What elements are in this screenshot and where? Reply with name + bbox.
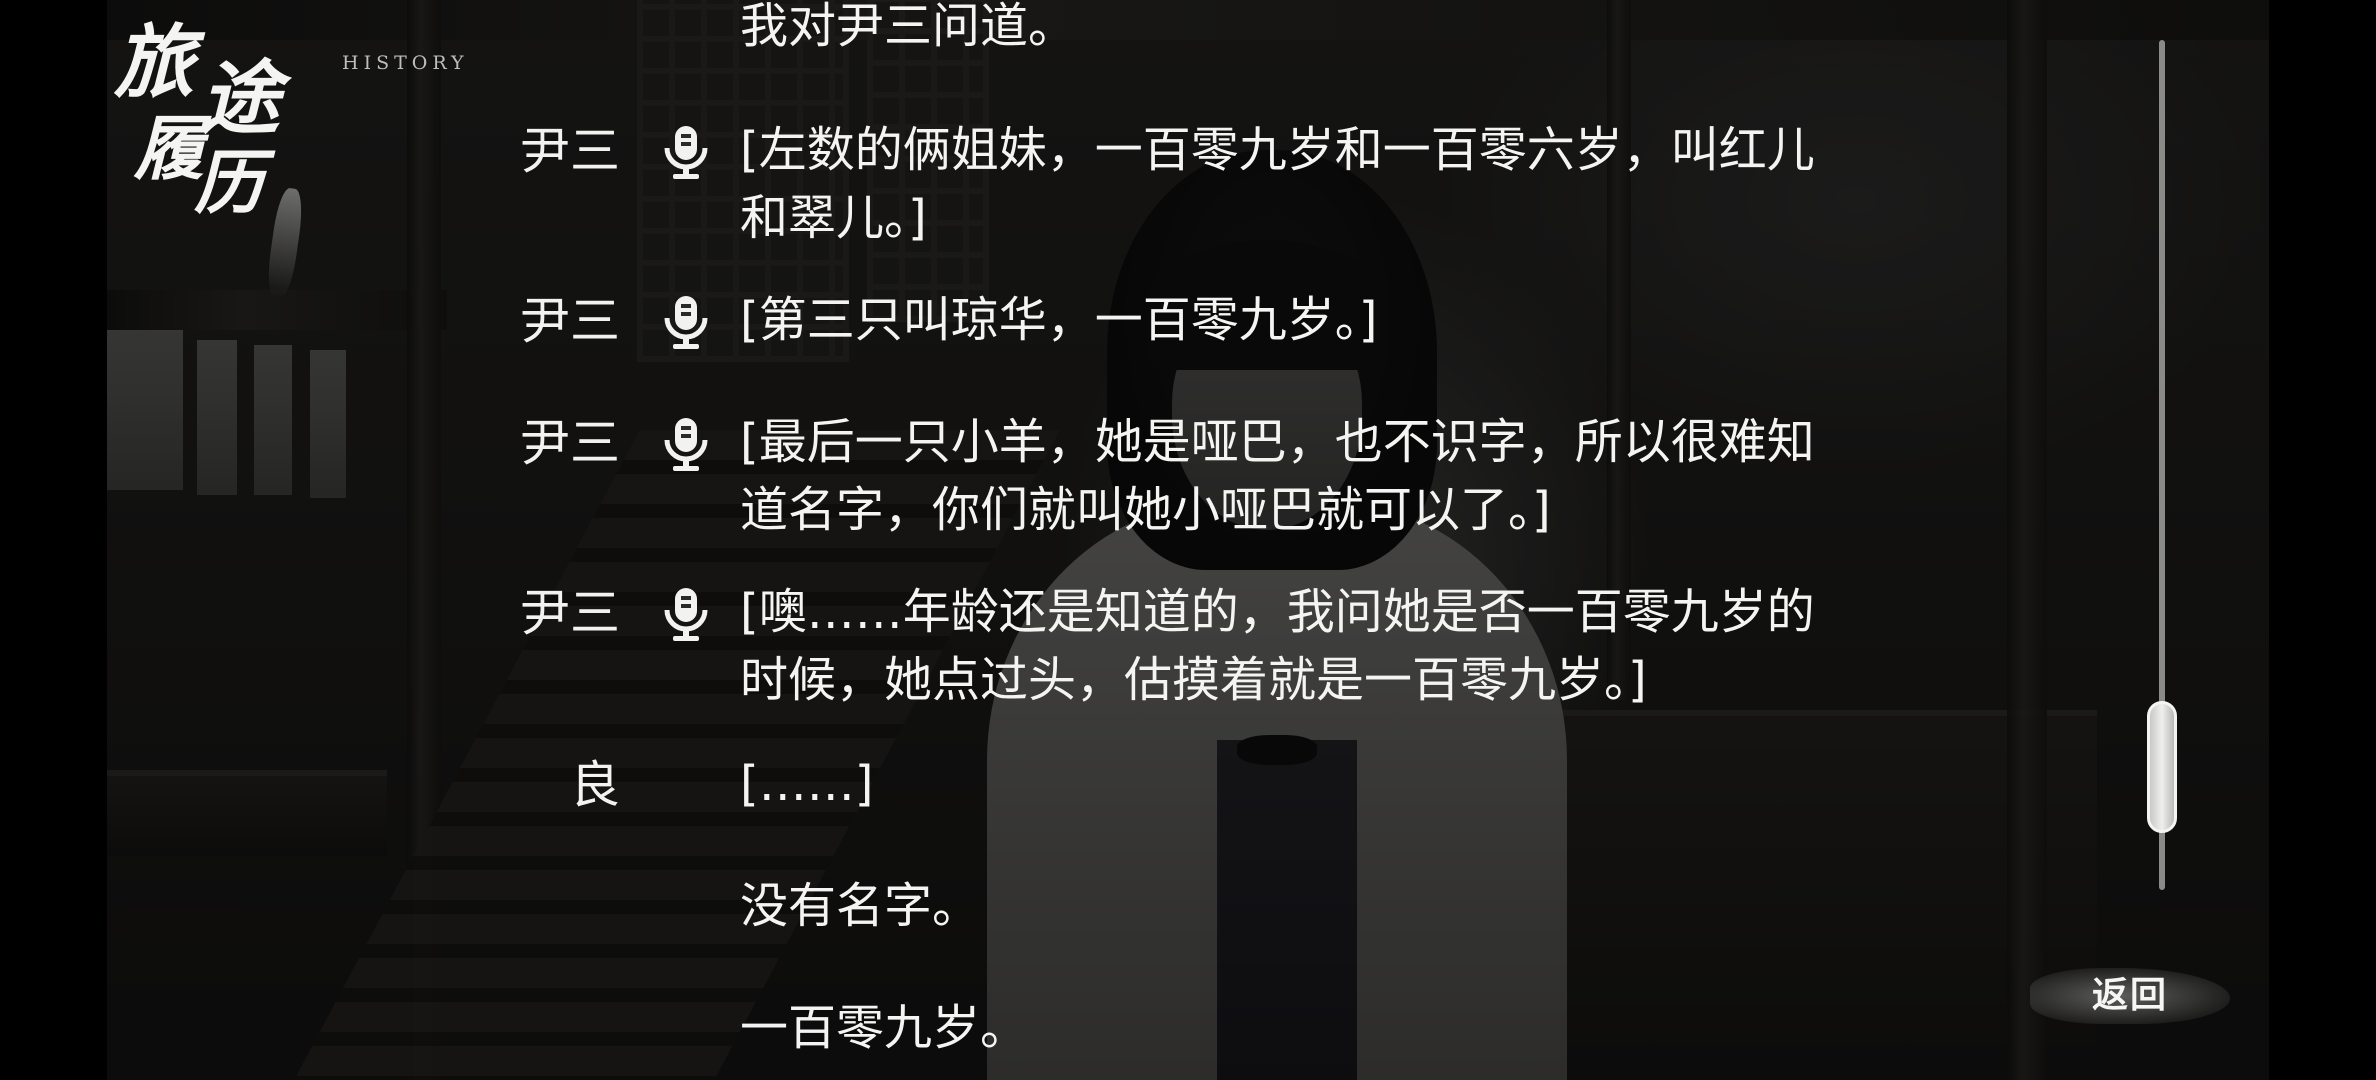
speaker-name: 尹三 bbox=[520, 292, 620, 350]
dialogue-text: [第三只叫琼华，一百零九岁。] bbox=[740, 292, 1378, 348]
dialogue-text: 没有名字。 bbox=[740, 878, 981, 934]
dialogue-text: [噢……年龄还是知道的，我问她是否一百零九岁的 时候，她点过头，估摸着就是一百零… bbox=[740, 584, 1815, 708]
speaker-name: 良 bbox=[570, 756, 620, 814]
voice-replay-button[interactable] bbox=[658, 116, 714, 186]
microphone-icon bbox=[664, 126, 708, 179]
microphone-icon bbox=[664, 418, 708, 471]
dialogue-text: [最后一只小羊，她是哑巴，也不识字，所以很难知 道名字，你们就叫她小哑巴就可以了… bbox=[740, 414, 1815, 538]
history-list: 我对尹三问道。 尹三 [左数的俩姐妹，一百零九岁和一百零六岁，叫红儿 和翠儿。]… bbox=[0, 0, 2100, 1080]
history-scrollbar[interactable] bbox=[2142, 40, 2182, 890]
dialogue-text: [……] bbox=[740, 756, 874, 812]
microphone-icon bbox=[664, 588, 708, 641]
speaker-name: 尹三 bbox=[520, 122, 620, 180]
speaker-name: 尹三 bbox=[520, 584, 620, 642]
voice-replay-button[interactable] bbox=[658, 578, 714, 648]
speaker-name: 尹三 bbox=[520, 414, 620, 472]
scrollbar-thumb[interactable] bbox=[2147, 701, 2177, 833]
voice-replay-button[interactable] bbox=[658, 286, 714, 356]
dialogue-text: 一百零九岁。 bbox=[740, 1000, 1029, 1056]
dialogue-text: 我对尹三问道。 bbox=[740, 0, 1077, 54]
back-button-label: 返回 bbox=[2091, 975, 2168, 1016]
dialogue-text: [左数的俩姐妹，一百零九岁和一百零六岁，叫红儿 和翠儿。] bbox=[740, 122, 1815, 246]
microphone-icon bbox=[664, 296, 708, 349]
back-button[interactable]: 返回 bbox=[2030, 960, 2230, 1032]
voice-replay-button[interactable] bbox=[658, 408, 714, 478]
history-screen: 旅 途 履 历 HISTORY 我对尹三问道。 尹三 [左数的俩姐妹，一百零九岁… bbox=[0, 0, 2376, 1080]
